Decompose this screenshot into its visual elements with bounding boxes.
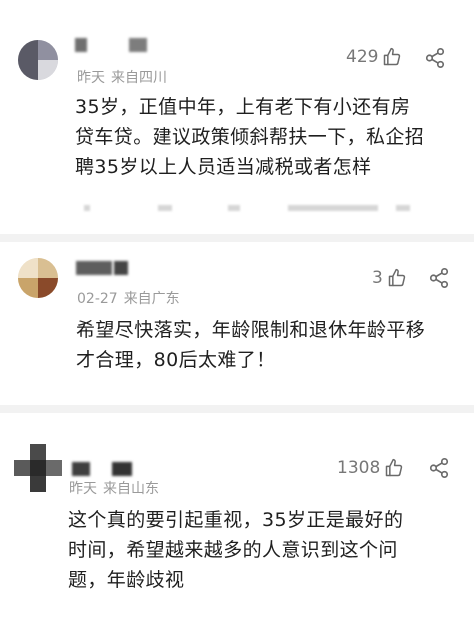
comment-line: 才合理，80后太难了！ [76,349,276,371]
comment-line: 时间，希望越来越多的人意识到这个问 [68,539,398,561]
share-icon [429,458,449,478]
username-blurred[interactable] [75,38,155,52]
comment-date: 昨天 [77,70,105,86]
like-count: 429 [346,47,379,67]
divider [0,234,474,242]
reply-preview-blurred[interactable] [78,203,458,213]
comment-location: 来自广东 [123,291,180,307]
like-button[interactable]: 1308 [337,457,404,479]
thumbs-up-icon [388,268,406,287]
like-button[interactable]: 429 [346,46,402,68]
comment-line: 35岁，正值中年，上有老下有小还有房 [75,96,411,118]
share-button[interactable] [428,457,450,479]
comment-meta: 昨天 来自山东 [69,478,159,498]
username-blurred[interactable] [76,261,136,275]
comment-body: 35岁，正值中年，上有老下有小还有房 贷车贷。建议政策倾斜帮扶一下，私企招 聘3… [75,92,424,182]
comment-line: 这个真的要引起重视，35岁正是最好的 [68,509,404,531]
comment-meta: 昨天 来自四川 [77,67,167,87]
share-button[interactable] [428,267,450,289]
comment-body: 这个真的要引起重视，35岁正是最好的 时间，希望越来越多的人意识到这个问 题，年… [68,505,403,595]
comment-meta: 02-27 来自广东 [77,288,180,308]
like-button[interactable]: 3 [372,267,407,289]
comment-body: 希望尽快落实，年龄限制和退休年龄平移 才合理，80后太难了！ [76,315,425,375]
comment-date: 昨天 [69,481,97,497]
comment-line: 贷车贷。建议政策倾斜帮扶一下，私企招 [75,126,425,148]
avatar[interactable] [18,258,58,298]
share-icon [425,48,445,68]
like-count: 1308 [337,458,381,478]
thumbs-up-icon [384,47,401,66]
comment-line: 希望尽快落实，年龄限制和退休年龄平移 [76,319,426,341]
comment-line: 题，年龄歧视 [68,569,185,591]
avatar[interactable] [18,40,58,80]
comment-location: 来自四川 [111,70,167,86]
comment-date: 02-27 [77,291,118,307]
comment-line: 聘35岁以上人员适当减税或者怎样 [75,156,372,178]
username-blurred[interactable] [72,462,142,476]
comment-location: 来自山东 [103,481,159,497]
avatar[interactable] [14,444,62,492]
like-count: 3 [372,268,383,288]
thumbs-up-icon [386,458,403,477]
divider [0,405,474,413]
share-icon [429,268,449,288]
share-button[interactable] [424,47,446,69]
